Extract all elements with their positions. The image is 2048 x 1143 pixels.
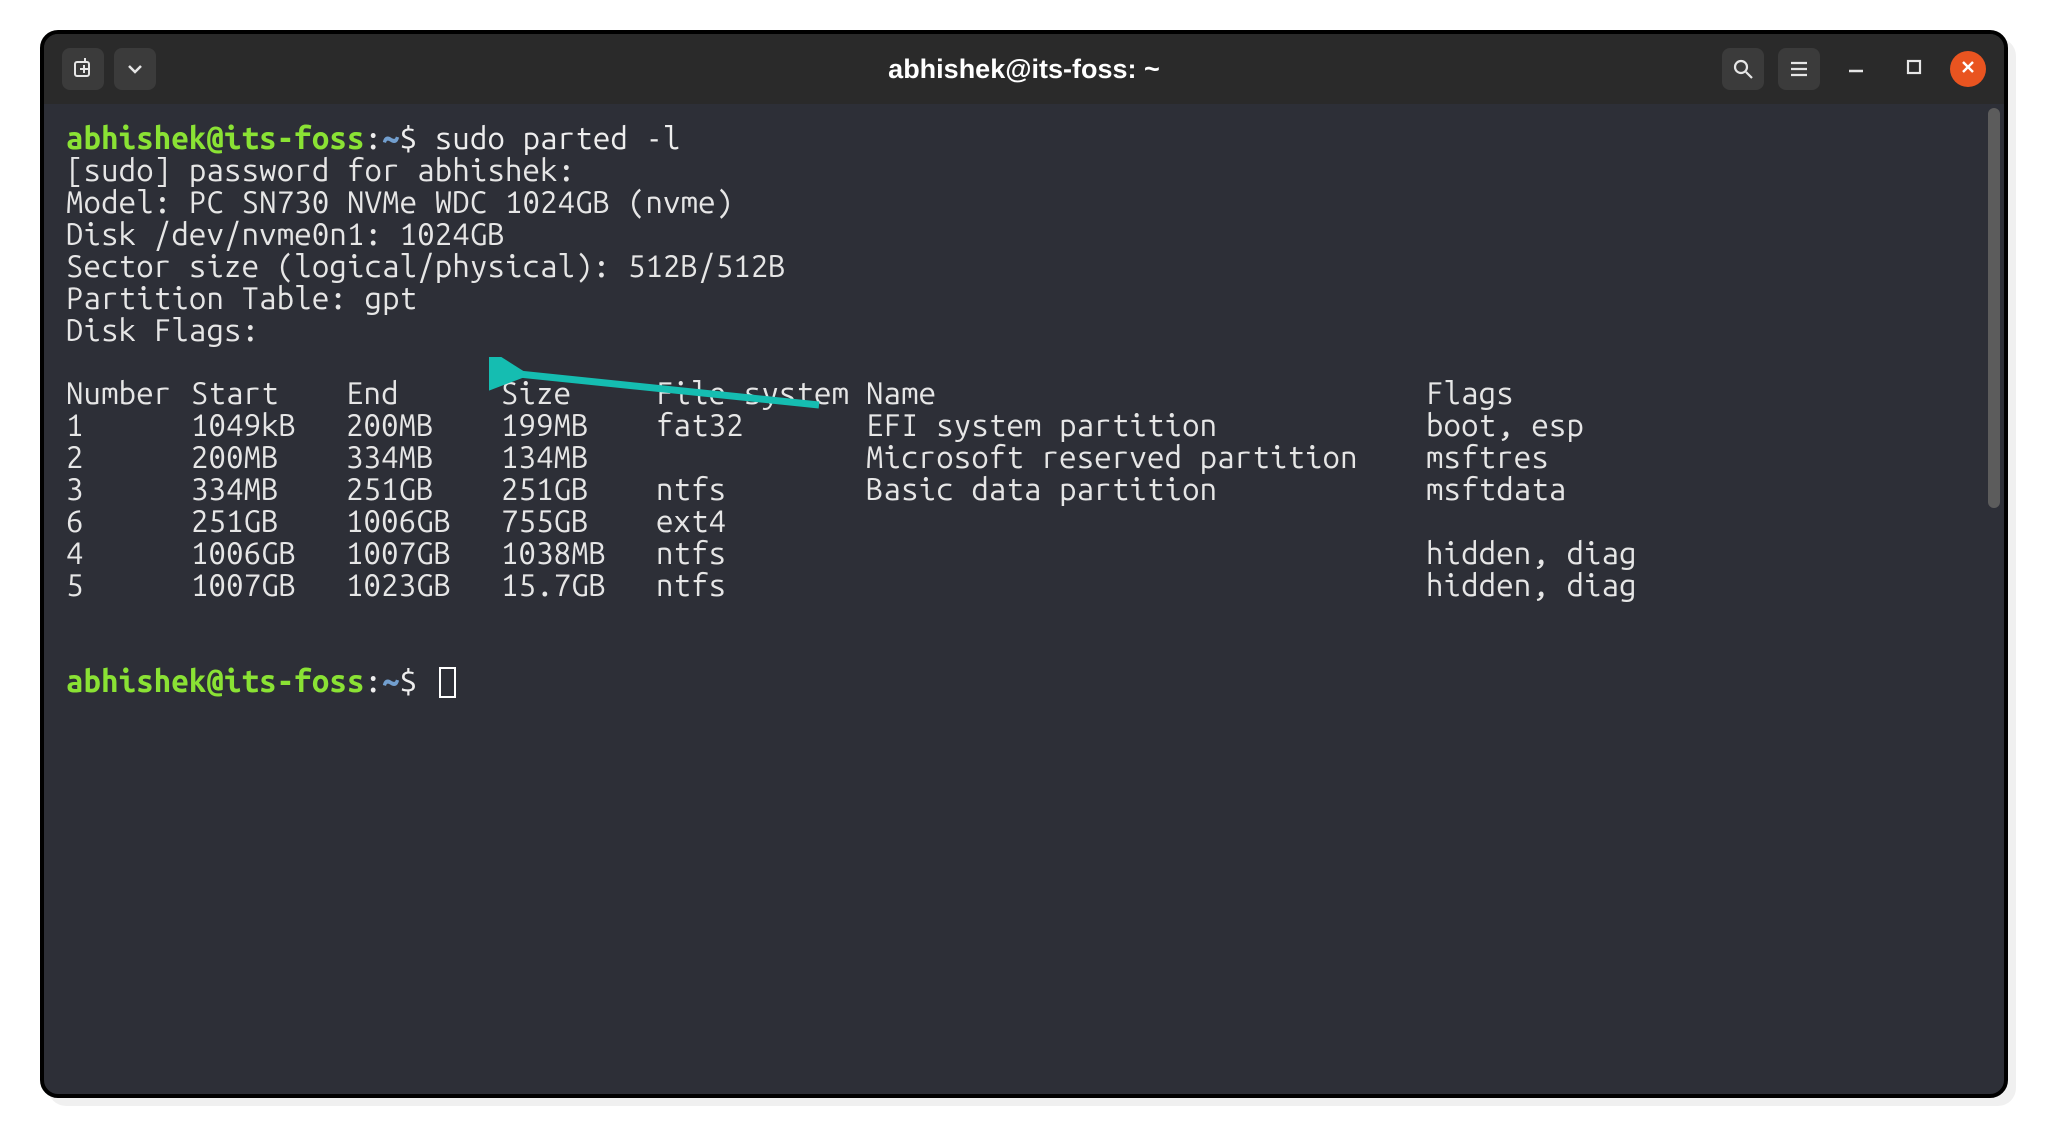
table-cell [866,505,1426,537]
table-cell: 5 [66,569,191,601]
window-title: abhishek@its-foss: ~ [44,54,2004,85]
titlebar-left-group [62,48,156,90]
table-cell: boot, esp [1426,409,1982,441]
table-cell: ntfs [656,569,866,601]
col-start: Start [191,377,346,409]
new-tab-button[interactable] [62,48,104,90]
terminal-body[interactable]: abhishek@its-foss:~$ sudo parted -l [sud… [44,104,2004,716]
cursor [439,667,456,698]
hamburger-icon [1788,58,1810,80]
titlebar: abhishek@its-foss: ~ [44,34,2004,104]
maximize-icon [1905,58,1923,81]
prompt-cwd: ~ [382,120,400,155]
disk-line: Disk /dev/nvme0n1: 1024GB [66,218,1982,250]
table-cell: 251GB [346,473,501,505]
prompt-user-host: abhishek@its-foss [66,120,365,155]
search-button[interactable] [1722,48,1764,90]
maximize-button[interactable] [1892,47,1936,91]
table-cell: ntfs [656,537,866,569]
table-cell: msftres [1426,441,1982,473]
col-size: Size [501,377,656,409]
table-cell: 3 [66,473,191,505]
scrollbar-thumb[interactable] [1988,108,2000,508]
table-cell: 334MB [346,441,501,473]
table-cell [1426,505,1982,537]
table-cell: 1038MB [501,537,656,569]
table-cell: 1007GB [191,569,346,601]
table-cell: 1006GB [191,537,346,569]
menu-button[interactable] [1778,48,1820,90]
table-cell [866,537,1426,569]
table-cell: 334MB [191,473,346,505]
prompt-line-2: abhishek@its-foss:~$ [66,665,1982,698]
search-icon [1732,58,1754,80]
table-cell [866,569,1426,601]
table-cell: 251GB [191,505,346,537]
table-cell: Microsoft reserved partition [866,441,1426,473]
close-icon [1959,58,1977,81]
table-cell: ext4 [656,505,866,537]
table-cell: 134MB [501,441,656,473]
minimize-button[interactable] [1834,47,1878,91]
tab-dropdown-button[interactable] [114,48,156,90]
table-cell: Basic data partition [866,473,1426,505]
table-cell: 1 [66,409,191,441]
table-cell: 200MB [191,441,346,473]
sector-line: Sector size (logical/physical): 512B/512… [66,250,1982,282]
col-fs: File system [656,377,866,409]
table-cell: 1007GB [346,537,501,569]
model-line: Model: PC SN730 NVMe WDC 1024GB (nvme) [66,186,1982,218]
table-cell: 1023GB [346,569,501,601]
table-cell: msftdata [1426,473,1982,505]
new-tab-icon [72,58,94,80]
terminal-window: abhishek@its-foss: ~ [40,30,2008,1098]
col-flags: Flags [1426,377,1982,409]
command-text: sudo parted -l [435,120,681,155]
table-cell: hidden, diag [1426,537,1982,569]
table-cell [656,441,866,473]
table-cell: fat32 [656,409,866,441]
col-name: Name [866,377,1426,409]
table-cell: EFI system partition [866,409,1426,441]
col-end: End [346,377,501,409]
table-cell: ntfs [656,473,866,505]
partition-table-line: Partition Table: gpt [66,282,1982,314]
partition-table: Number Start End Size File system Name F… [66,377,1982,600]
table-cell: 200MB [346,409,501,441]
table-cell: 2 [66,441,191,473]
partition-table-value: gpt [365,280,418,315]
table-cell: 199MB [501,409,656,441]
table-cell: hidden, diag [1426,569,1982,601]
titlebar-right-group [1722,47,1986,91]
col-number: Number [66,377,191,409]
table-cell: 1049kB [191,409,346,441]
close-button[interactable] [1950,51,1986,87]
prompt-line-1: abhishek@its-foss:~$ sudo parted -l [66,122,1982,154]
table-cell: 4 [66,537,191,569]
disk-flags-line: Disk Flags: [66,314,1982,346]
table-cell: 6 [66,505,191,537]
table-cell: 15.7GB [501,569,656,601]
chevron-down-icon [126,60,144,78]
table-cell: 251GB [501,473,656,505]
table-cell: 1006GB [346,505,501,537]
minimize-icon [1846,57,1866,82]
sudo-password-line: [sudo] password for abhishek: [66,154,1982,186]
table-cell: 755GB [501,505,656,537]
